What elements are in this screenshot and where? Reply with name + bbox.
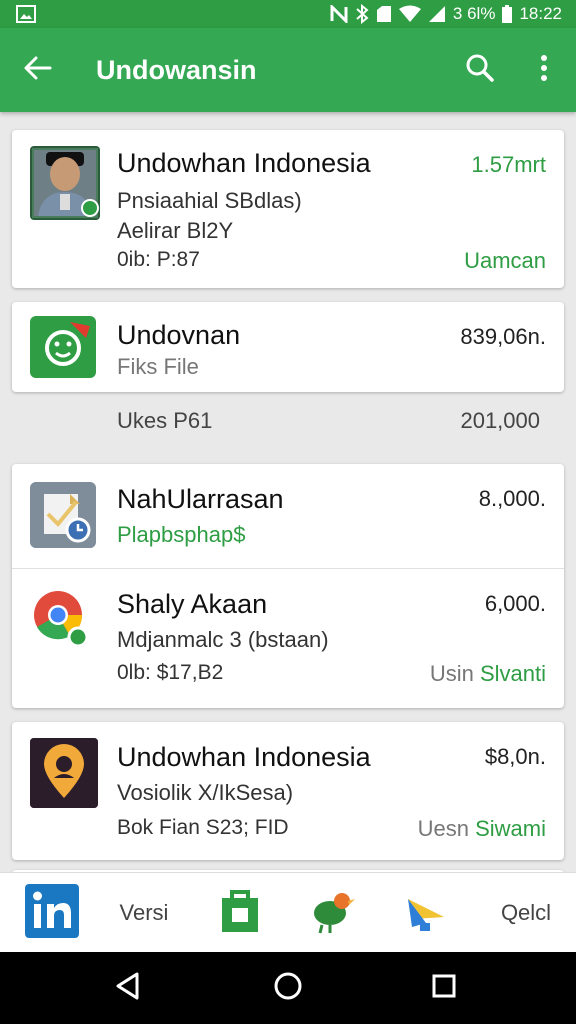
item-status-prefix: Usin xyxy=(429,661,474,686)
item-meta: 0ib: P:87 xyxy=(117,248,200,271)
overflow-menu-button[interactable] xyxy=(512,28,576,112)
clock: 18:22 xyxy=(519,4,562,23)
bag-button[interactable] xyxy=(210,873,270,953)
item-subtitle: Vosiolik X/IkSesa) xyxy=(117,780,294,805)
item-detail: Aelirar Bl2Y xyxy=(117,218,234,243)
bottom-tab-versi[interactable]: Versi xyxy=(104,873,184,953)
list-item[interactable]: Undowhan Indonesia Pnsiaahial SBdlas) Ae… xyxy=(12,130,564,288)
bottom-tab-label: Versi xyxy=(119,900,169,925)
item-status: Uesn Siwami xyxy=(418,816,546,842)
item-subtitle: Mdjanmalc 3 (bstaan) xyxy=(117,627,329,652)
green-smile-app-icon xyxy=(30,316,96,378)
item-status-value: Siwami xyxy=(475,816,546,841)
item-title: Undowhan Indonesia xyxy=(117,742,371,772)
image-notification-icon xyxy=(16,5,36,23)
home-circle-icon xyxy=(273,971,303,1006)
item-title: NahUlarrasan xyxy=(117,484,284,514)
recents-square-icon xyxy=(431,973,457,1004)
sim-icon xyxy=(376,5,392,23)
more-vert-icon xyxy=(540,54,548,86)
list-item[interactable]: Undovnan Fiks File 839,06n. xyxy=(12,302,564,392)
nav-home-button[interactable] xyxy=(238,952,338,1024)
search-icon xyxy=(465,53,495,88)
summary-value: 201,000 xyxy=(460,408,540,433)
bottom-bar: Versi Qelcl xyxy=(0,872,576,952)
wifi-icon xyxy=(398,5,421,23)
bottom-tab-qelcl[interactable]: Qelcl xyxy=(488,873,564,953)
item-subtitle: Fiks File xyxy=(117,354,199,379)
item-list: Undowhan Indonesia Pnsiaahial SBdlas) Ae… xyxy=(0,112,576,872)
person-photo-icon xyxy=(30,146,100,220)
item-meta: Bok Fian S23; FID xyxy=(117,816,289,839)
item-amount: 1.57mrt xyxy=(471,152,546,177)
item-status: Uamcan xyxy=(464,248,546,273)
chrome-icon xyxy=(30,585,90,649)
item-title: Undowhan Indonesia xyxy=(117,148,371,178)
fan-button[interactable] xyxy=(396,873,456,953)
green-bag-icon xyxy=(220,888,260,939)
list-group: NahUlarrasan Plapbsphap$ 8.,000. Shaly A… xyxy=(12,464,564,708)
item-amount: 839,06n. xyxy=(460,324,546,349)
nav-recents-button[interactable] xyxy=(394,952,494,1024)
item-status: Usin Slvanti xyxy=(430,661,546,687)
linkedin-icon xyxy=(25,883,79,943)
item-amount: 6,000. xyxy=(484,591,546,616)
back-button[interactable] xyxy=(0,28,76,112)
item-title: Shaly Akaan xyxy=(117,589,268,619)
nav-back-button[interactable] xyxy=(78,952,178,1024)
page-title: Undowansin xyxy=(96,54,257,85)
system-nav-bar xyxy=(0,952,576,1024)
blue-fan-icon xyxy=(404,889,448,938)
item-status-prefix: Uesn xyxy=(417,816,469,841)
list-item[interactable]: Shaly Akaan Mdjanmalc 3 (bstaan) 0lb: $1… xyxy=(12,569,564,708)
app-bar: Undowansin xyxy=(0,28,576,112)
list-item[interactable]: NahUlarrasan Plapbsphap$ 8.,000. xyxy=(12,464,564,568)
item-subtitle: Plapbsphap$ xyxy=(117,522,246,547)
nfc-icon xyxy=(330,5,348,23)
linkedin-button[interactable] xyxy=(20,873,84,953)
battery-percent: 3 6l% xyxy=(452,4,496,23)
summary-label: Ukes P61 xyxy=(117,408,213,433)
item-title: Undovnan xyxy=(117,320,241,350)
item-subtitle: Pnsiaahial SBdlas) xyxy=(117,188,302,213)
signal-icon xyxy=(428,5,446,23)
back-triangle-icon xyxy=(115,972,141,1005)
battery-icon xyxy=(502,5,513,23)
status-bar: 3 6l% 18:22 xyxy=(0,0,576,28)
search-button[interactable] xyxy=(448,28,512,112)
item-meta: 0lb: $17,B2 xyxy=(117,661,224,684)
item-status-value: Slvanti xyxy=(479,661,546,686)
bird-icon xyxy=(308,887,356,940)
bluetooth-icon xyxy=(355,4,369,24)
item-amount: 8.,000. xyxy=(478,486,546,511)
bird-button[interactable] xyxy=(300,873,364,953)
back-arrow-icon xyxy=(24,56,52,85)
bottom-tab-label: Qelcl xyxy=(500,900,552,925)
item-amount: $8,0n. xyxy=(484,744,546,769)
document-clock-icon xyxy=(30,482,96,548)
location-pin-icon xyxy=(30,738,98,808)
list-item[interactable]: Undowhan Indonesia Vosiolik X/IkSesa) Bo… xyxy=(12,722,564,860)
